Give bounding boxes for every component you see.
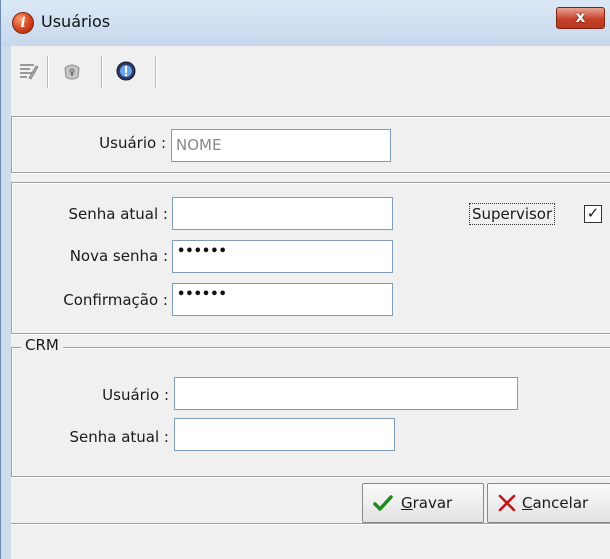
lock-icon bbox=[64, 64, 80, 80]
info-icon: i bbox=[12, 12, 34, 34]
nova-senha-label: Nova senha : bbox=[69, 247, 168, 265]
supervisor-label[interactable]: Supervisor bbox=[469, 203, 556, 225]
window-title: Usuários bbox=[41, 12, 111, 31]
check-icon bbox=[373, 495, 393, 511]
usuario-label: Usuário : bbox=[99, 134, 166, 152]
edit-icon bbox=[20, 64, 39, 80]
usuarios-window: i Usuários x Usuário: NOME Senha atual … bbox=[0, 0, 610, 559]
cancelar-button[interactable]: Cancelar bbox=[487, 483, 610, 523]
toolbar-separator bbox=[47, 56, 49, 88]
toolbar-separator bbox=[101, 56, 103, 88]
confirmacao-field[interactable]: •••••• bbox=[172, 283, 393, 316]
senha-atual-label: Senha atual : bbox=[68, 205, 169, 223]
supervisor-checkbox[interactable]: ✓ bbox=[584, 205, 602, 223]
cancel-x-icon bbox=[498, 494, 516, 512]
help-button[interactable] bbox=[109, 54, 143, 88]
cancelar-label: ancelar bbox=[532, 494, 589, 512]
usuario-field[interactable]: NOME bbox=[171, 129, 391, 162]
crm-usuario-field[interactable] bbox=[174, 377, 518, 410]
cancelar-accel: C bbox=[522, 494, 533, 512]
nova-senha-field[interactable]: •••••• bbox=[172, 240, 393, 273]
crm-senha-atual-label: Senha atual : bbox=[69, 428, 170, 446]
crm-legend: CRM bbox=[21, 336, 63, 354]
permissions-button[interactable] bbox=[55, 54, 89, 88]
confirmacao-label: Confirmação : bbox=[63, 291, 168, 309]
gravar-button[interactable]: Gravar bbox=[362, 483, 484, 523]
close-button[interactable]: x bbox=[556, 7, 605, 29]
crm-group bbox=[11, 347, 610, 477]
help-icon bbox=[116, 61, 136, 81]
window-content: Usuário : NOME Senha atual : Nova senha … bbox=[11, 46, 610, 559]
status-bar bbox=[11, 523, 610, 559]
gravar-label: ravar bbox=[412, 494, 453, 512]
title-bar[interactable]: i Usuários x bbox=[1, 0, 610, 46]
crm-usuario-label: Usuário : bbox=[102, 386, 169, 404]
crm-senha-atual-field[interactable] bbox=[174, 418, 395, 451]
toolbar bbox=[11, 46, 610, 106]
edit-button[interactable] bbox=[11, 54, 45, 88]
senha-atual-field[interactable] bbox=[172, 197, 393, 230]
toolbar-separator bbox=[155, 56, 157, 88]
gravar-accel: G bbox=[401, 494, 413, 512]
